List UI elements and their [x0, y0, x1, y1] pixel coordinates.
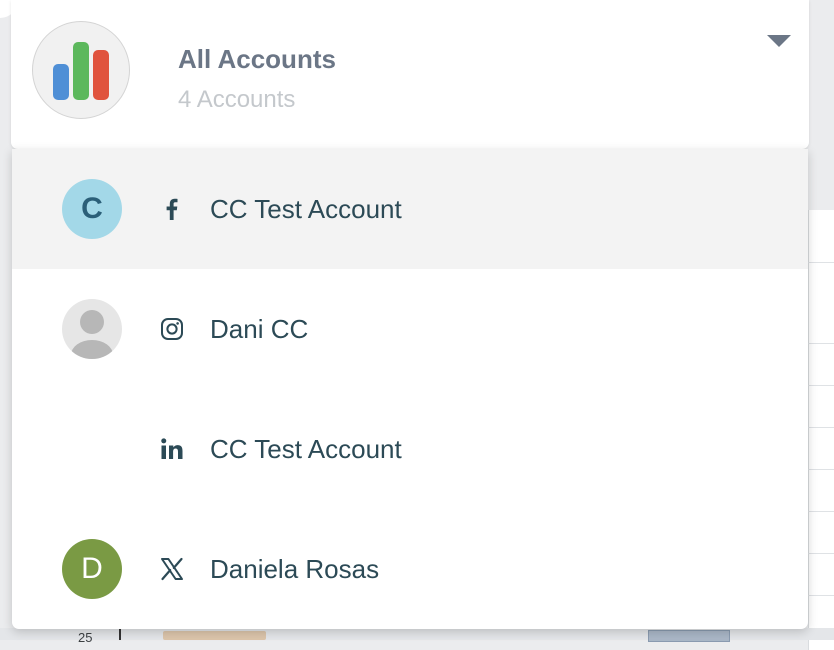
selector-title: All Accounts — [178, 44, 336, 74]
all-accounts-logo — [32, 21, 130, 119]
avatar-initial: D — [81, 552, 103, 585]
background-axis-line — [119, 628, 121, 640]
background-table-line — [808, 553, 834, 554]
avatar-initial: C — [81, 192, 103, 225]
avatar: D — [62, 539, 122, 599]
background-chart-bar — [648, 630, 730, 642]
account-selector[interactable]: All Accounts 4 Accounts — [11, 0, 809, 149]
background-table-line — [808, 511, 834, 512]
background-table-edge — [808, 210, 834, 650]
chevron-down-icon[interactable] — [766, 33, 792, 49]
account-dropdown-menu: C CC Test Account Dani CC CC Test Accoun… — [12, 149, 808, 629]
account-option[interactable]: C CC Test Account — [12, 149, 808, 269]
background-table-line — [808, 385, 834, 386]
avatar: C — [62, 179, 122, 239]
instagram-icon — [161, 318, 183, 340]
account-name: CC Test Account — [210, 194, 402, 224]
background-table-line — [808, 427, 834, 428]
person-silhouette-icon — [71, 310, 113, 359]
background-table-line — [808, 469, 834, 470]
facebook-icon — [166, 198, 178, 220]
account-option[interactable]: CC Test Account — [12, 389, 808, 509]
default-avatar-icon — [62, 299, 122, 359]
bar-chart-icon — [53, 42, 109, 100]
account-name: Daniela Rosas — [210, 554, 380, 584]
x-icon — [161, 557, 183, 581]
background-table-line — [808, 595, 834, 596]
account-name: Dani CC — [210, 314, 309, 344]
selector-subtitle: 4 Accounts — [178, 86, 296, 113]
background-table-line — [808, 262, 834, 263]
linkedin-icon — [161, 438, 183, 459]
account-option[interactable]: Dani CC — [12, 269, 808, 389]
background-table-line — [808, 343, 834, 344]
account-name: CC Test Account — [210, 434, 402, 464]
background-chart-bar — [163, 631, 266, 640]
account-option[interactable]: D Daniela Rosas — [12, 509, 808, 629]
background-axis-tick: 25 — [78, 630, 93, 645]
